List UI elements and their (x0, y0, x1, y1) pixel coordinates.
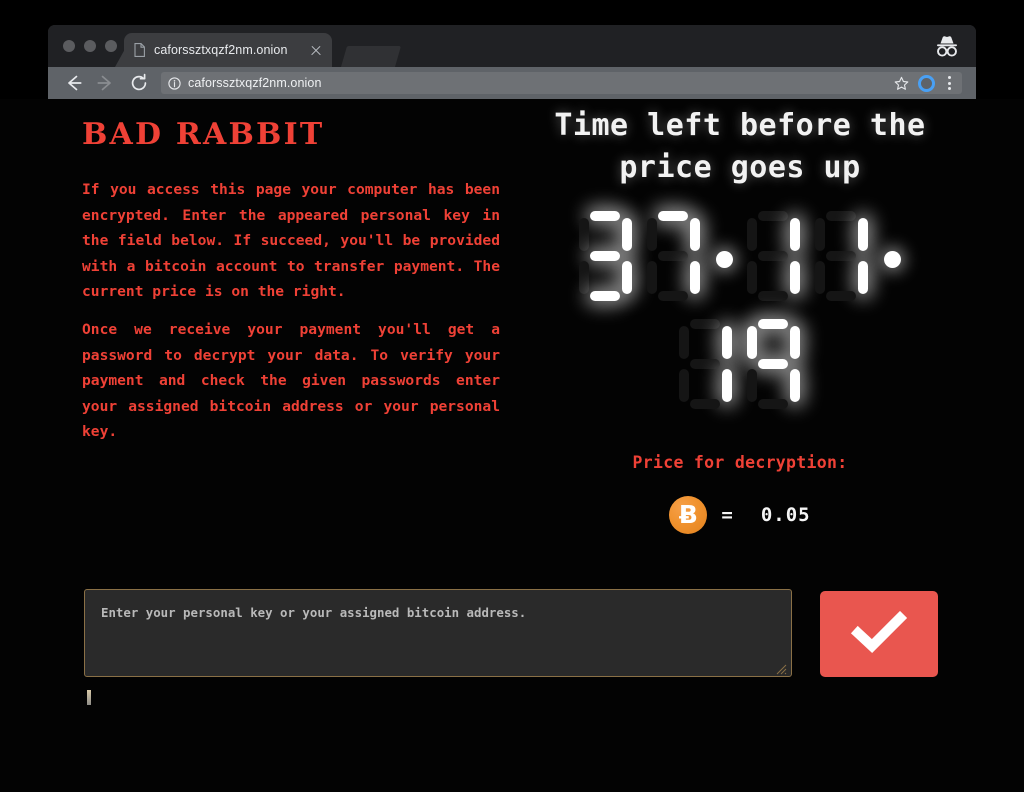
tab-title: caforssztxqzf2nm.onion (154, 43, 288, 57)
bitcoin-icon: Ƀ (669, 496, 708, 534)
timer-separator (876, 209, 908, 305)
forward-button[interactable] (95, 72, 117, 94)
timer-digit (577, 209, 635, 305)
browser-toolbar: caforssztxqzf2nm.onion (48, 67, 976, 99)
back-button[interactable] (62, 72, 84, 94)
timer-digit (677, 317, 735, 413)
timer-digit (745, 209, 803, 305)
price-label: Price for decryption: (632, 453, 848, 472)
price-row: Ƀ = 0.05 (520, 496, 960, 534)
new-tab-area[interactable] (340, 46, 402, 67)
timer-digit (813, 209, 871, 305)
timer-separator (708, 209, 740, 305)
window-traffic-lights (63, 40, 117, 52)
window-maximize-button[interactable] (105, 40, 117, 52)
personal-key-input[interactable] (84, 589, 792, 677)
window-close-button[interactable] (63, 40, 75, 52)
reload-button[interactable] (128, 72, 150, 94)
timer-digit (745, 317, 803, 413)
star-icon[interactable] (894, 76, 909, 91)
tab-strip: caforssztxqzf2nm.onion (48, 25, 976, 67)
countdown-timer (550, 203, 930, 419)
price-amount: 0.05 (760, 504, 811, 526)
page-icon (134, 43, 145, 57)
ransom-text-column: BAD RABBIT If you access this page your … (82, 120, 500, 445)
incognito-icon (934, 34, 960, 58)
ransom-page: BAD RABBIT If you access this page your … (0, 99, 1024, 792)
info-circle-icon[interactable] (168, 76, 181, 90)
browser-tab[interactable]: caforssztxqzf2nm.onion (124, 33, 332, 67)
checkmark-icon (850, 610, 908, 658)
close-icon[interactable] (308, 42, 324, 58)
ransom-paragraph-1: If you access this page your computer ha… (82, 181, 500, 301)
profile-avatar-icon[interactable] (918, 74, 935, 92)
timer-digit (645, 209, 703, 305)
ransom-paragraph-2: Once we receive your payment you'll get … (82, 320, 500, 441)
window-minimize-button[interactable] (84, 40, 96, 52)
address-bar[interactable]: caforssztxqzf2nm.onion (161, 72, 962, 94)
three-dot-menu-icon[interactable] (942, 76, 956, 90)
price-equals-sign: = (721, 504, 733, 526)
text-caret (87, 690, 91, 705)
countdown-heading: Time left before the price goes up (554, 108, 926, 185)
countdown-column: Time left before the price goes up Price… (520, 105, 960, 534)
page-title: BAD RABBIT (82, 117, 325, 152)
submit-button[interactable] (820, 591, 938, 677)
browser-window: caforssztxqzf2nm.onion caforssztxqzf2nm.… (48, 25, 976, 99)
address-bar-url[interactable]: caforssztxqzf2nm.onion (188, 76, 890, 90)
